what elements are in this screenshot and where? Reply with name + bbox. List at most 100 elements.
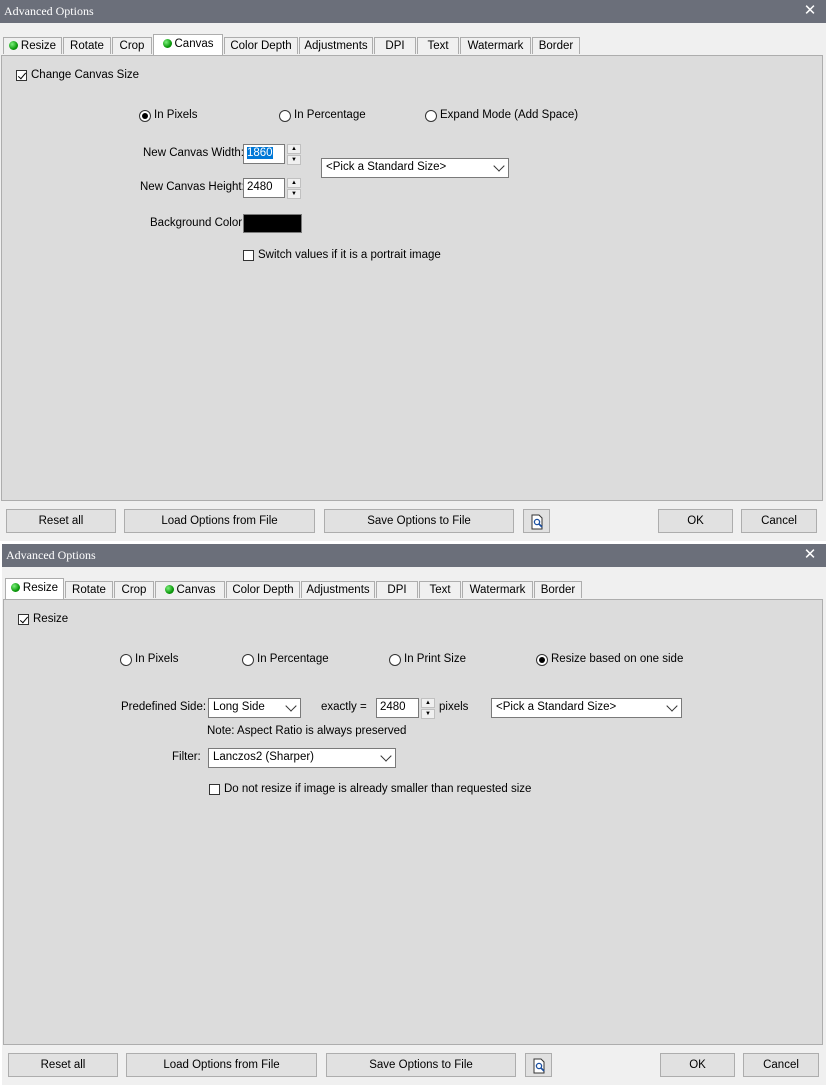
- change-canvas-label: Change Canvas Size: [31, 69, 140, 81]
- radio-resize-one-side[interactable]: [536, 654, 548, 666]
- preview-file-icon: [533, 1058, 545, 1074]
- tab-canvas[interactable]: Canvas: [153, 34, 223, 55]
- tab-dpi[interactable]: DPI: [376, 581, 418, 598]
- tab-label: DPI: [385, 40, 405, 52]
- tab-watermark[interactable]: Watermark: [462, 581, 533, 598]
- background-color-label: Background Color:: [150, 217, 246, 229]
- tab-canvas[interactable]: Canvas: [155, 581, 225, 598]
- green-dot-icon: [162, 39, 172, 48]
- tab-border[interactable]: Border: [532, 37, 580, 54]
- preview-button[interactable]: [525, 1053, 552, 1077]
- tab-crop[interactable]: Crop: [112, 37, 152, 54]
- tab-resize[interactable]: Resize: [3, 37, 62, 54]
- filter-value: Lanczos2 (Sharper): [213, 751, 314, 763]
- radio-in-pixels[interactable]: [120, 654, 132, 666]
- tab-text[interactable]: Text: [419, 581, 461, 598]
- advanced-options-window-resize: Advanced Options ✕ Resize Rotate Crop Canva…: [2, 544, 826, 1085]
- tab-label: Text: [429, 584, 451, 596]
- radio-in-pixels[interactable]: [139, 110, 151, 122]
- tab-label: Color Depth: [230, 40, 292, 52]
- tab-watermark[interactable]: Watermark: [460, 37, 531, 54]
- green-dot-icon: [8, 41, 18, 50]
- tab-resize[interactable]: Resize: [5, 578, 64, 599]
- tab-label: Resize: [20, 40, 57, 52]
- canvas-width-input[interactable]: 1860: [243, 144, 285, 164]
- tab-label: Resize: [22, 582, 59, 594]
- load-options-button[interactable]: Load Options from File: [124, 509, 315, 533]
- preview-file-icon: [531, 514, 543, 530]
- load-options-button[interactable]: Load Options from File: [126, 1053, 317, 1077]
- exactly-value: 2480: [380, 701, 406, 713]
- standard-size-dropdown[interactable]: <Pick a Standard Size>: [491, 698, 682, 718]
- tab-crop[interactable]: Crop: [114, 581, 154, 598]
- title-bar: Advanced Options ✕: [0, 0, 826, 23]
- tab-text[interactable]: Text: [417, 37, 459, 54]
- radio-resize-one-side-label: Resize based on one side: [551, 653, 684, 665]
- window-title: Advanced Options: [4, 4, 94, 18]
- resize-panel: Resize In Pixels In Percentage In Print …: [3, 599, 823, 1045]
- tab-label: Canvas: [176, 584, 216, 596]
- aspect-ratio-note: Note: Aspect Ratio is always preserved: [207, 725, 407, 737]
- tab-rotate[interactable]: Rotate: [65, 581, 113, 598]
- chevron-down-icon: [493, 160, 505, 172]
- standard-size-dropdown[interactable]: <Pick a Standard Size>: [321, 158, 509, 178]
- radio-in-percentage[interactable]: [279, 110, 291, 122]
- tab-label: Adjustments: [304, 40, 368, 52]
- resize-label: Resize: [33, 613, 69, 625]
- reset-all-button[interactable]: Reset all: [6, 509, 116, 533]
- canvas-height-value: 2480: [247, 181, 273, 193]
- tab-adjustments[interactable]: Adjustments: [301, 581, 375, 598]
- cancel-button[interactable]: Cancel: [741, 509, 817, 533]
- exactly-label: exactly =: [321, 701, 367, 713]
- tab-label: Text: [427, 40, 449, 52]
- radio-expand-mode[interactable]: [425, 110, 437, 122]
- cancel-button[interactable]: Cancel: [743, 1053, 819, 1077]
- radio-in-pixels-label: In Pixels: [135, 653, 179, 665]
- tab-adjustments[interactable]: Adjustments: [299, 37, 373, 54]
- client-area: Resize Rotate Crop Canvas Color Depth Adjustm…: [3, 567, 824, 1085]
- switch-portrait-label: Switch values if it is a portrait image: [258, 249, 441, 261]
- switch-portrait-checkbox[interactable]: [243, 250, 254, 261]
- change-canvas-checkbox[interactable]: [16, 70, 27, 81]
- close-icon[interactable]: ✕: [802, 547, 818, 563]
- predefined-side-dropdown[interactable]: Long Side: [208, 698, 301, 718]
- radio-in-print-size-label: In Print Size: [404, 653, 466, 665]
- background-color-swatch[interactable]: [243, 214, 302, 233]
- reset-all-button[interactable]: Reset all: [8, 1053, 118, 1077]
- tab-label: Border: [540, 584, 576, 596]
- canvas-height-input[interactable]: 2480: [243, 178, 285, 198]
- save-options-button[interactable]: Save Options to File: [326, 1053, 516, 1077]
- predefined-side-value: Long Side: [213, 701, 265, 713]
- tab-dpi[interactable]: DPI: [374, 37, 416, 54]
- tab-label: Watermark: [467, 40, 524, 52]
- radio-in-print-size[interactable]: [389, 654, 401, 666]
- exactly-input[interactable]: 2480: [376, 698, 419, 718]
- pixels-label: pixels: [439, 701, 469, 713]
- radio-expand-mode-label: Expand Mode (Add Space): [440, 109, 579, 121]
- tab-rotate[interactable]: Rotate: [63, 37, 111, 54]
- canvas-width-label: New Canvas Width:: [143, 147, 244, 159]
- close-icon[interactable]: ✕: [802, 3, 818, 19]
- no-resize-label: Do not resize if image is already smalle…: [224, 783, 532, 795]
- tab-label: Color Depth: [232, 584, 294, 596]
- radio-in-percentage-label: In Percentage: [294, 109, 366, 121]
- ok-button[interactable]: OK: [660, 1053, 735, 1077]
- ok-button[interactable]: OK: [658, 509, 733, 533]
- tab-color-depth[interactable]: Color Depth: [224, 37, 298, 54]
- green-dot-icon: [10, 583, 20, 592]
- resize-checkbox[interactable]: [18, 614, 29, 625]
- tab-color-depth[interactable]: Color Depth: [226, 581, 300, 598]
- canvas-width-spinner[interactable]: ▲ ▼: [287, 144, 301, 166]
- no-resize-checkbox[interactable]: [209, 784, 220, 795]
- preview-button[interactable]: [523, 509, 550, 533]
- tab-label: Border: [538, 40, 574, 52]
- filter-label: Filter:: [172, 751, 201, 763]
- exactly-spinner[interactable]: ▲ ▼: [421, 698, 435, 720]
- radio-in-percentage[interactable]: [242, 654, 254, 666]
- filter-dropdown[interactable]: Lanczos2 (Sharper): [208, 748, 396, 768]
- green-dot-icon: [164, 585, 174, 594]
- canvas-height-label: New Canvas Height:: [140, 181, 245, 193]
- save-options-button[interactable]: Save Options to File: [324, 509, 514, 533]
- tab-border[interactable]: Border: [534, 581, 582, 598]
- canvas-height-spinner[interactable]: ▲ ▼: [287, 178, 301, 200]
